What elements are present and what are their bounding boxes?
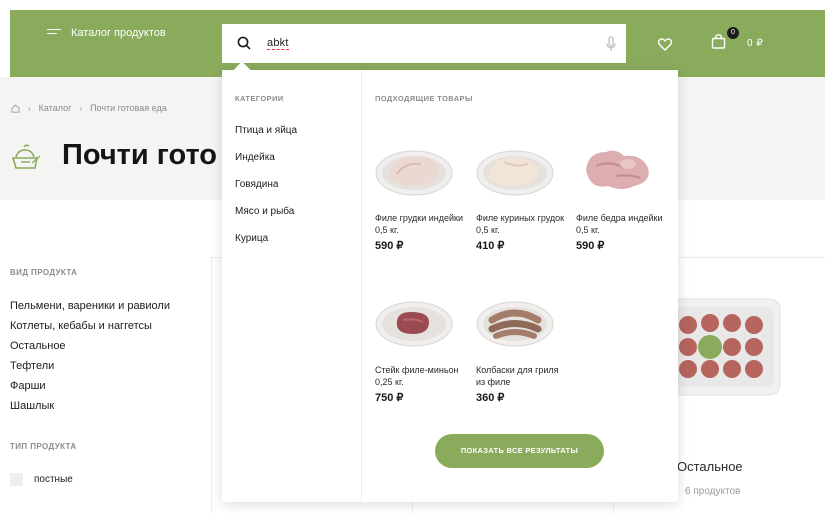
category-item[interactable]: Курица bbox=[235, 233, 297, 260]
menu-icon bbox=[47, 28, 61, 38]
turkey-fillet-image bbox=[375, 150, 453, 196]
breadcrumb-item-catalog[interactable]: Каталог bbox=[39, 103, 72, 113]
cart-count-badge: 0 bbox=[727, 27, 739, 39]
filter-item[interactable]: Остальное bbox=[10, 339, 170, 359]
cart-button[interactable]: 0 bbox=[711, 27, 739, 54]
search-input[interactable]: abkt bbox=[222, 24, 626, 63]
filter-item[interactable]: Фарши bbox=[10, 379, 170, 399]
catalog-button[interactable]: Каталог продуктов bbox=[47, 27, 166, 39]
breadcrumb: › Каталог › Почти готовая еда bbox=[11, 103, 167, 113]
product-name[interactable]: Филе бедра индейки 0,5 кг. bbox=[576, 212, 666, 236]
product-suggestion[interactable]: Стейк филе-миньон 0,25 кг. 750 ₽ bbox=[375, 298, 465, 404]
product-price: 410 ₽ bbox=[476, 240, 505, 252]
filter-checkbox-row[interactable]: постные bbox=[10, 473, 73, 486]
breadcrumb-separator: › bbox=[28, 103, 31, 113]
card-title[interactable]: Остальное bbox=[677, 459, 743, 474]
filter-checkbox-label[interactable]: постные bbox=[34, 474, 73, 485]
matching-products-heading: ПОДХОДЯЩИЕ ТОВАРЫ bbox=[375, 94, 473, 103]
show-all-results-button[interactable]: ПОКАЗАТЬ ВСЕ РЕЗУЛЬТАТЫ bbox=[435, 434, 604, 468]
filter-checkbox[interactable] bbox=[10, 473, 23, 486]
breadcrumb-item-current[interactable]: Почти готовая еда bbox=[90, 103, 167, 113]
chicken-breast-image bbox=[476, 150, 554, 196]
category-list: Птица и яйца Индейка Говядина Мясо и рыб… bbox=[235, 125, 297, 260]
cart-total[interactable]: 0 ₽ bbox=[747, 38, 763, 49]
product-name[interactable]: Филе грудки индейки 0,5 кг. bbox=[375, 212, 465, 236]
category-item[interactable]: Птица и яйца bbox=[235, 125, 297, 152]
category-item[interactable]: Индейка bbox=[235, 152, 297, 179]
catalog-button-label: Каталог продуктов bbox=[71, 27, 166, 39]
card-product-count: 6 продуктов bbox=[685, 486, 741, 497]
product-price: 750 ₽ bbox=[375, 392, 404, 404]
breadcrumb-separator: › bbox=[79, 103, 83, 113]
grid-divider bbox=[211, 257, 212, 513]
dropdown-divider bbox=[361, 70, 362, 502]
page-title: Почти гото bbox=[62, 139, 217, 171]
product-price: 360 ₽ bbox=[476, 392, 505, 404]
product-name[interactable]: Филе куриных грудок 0,5 кг. bbox=[476, 212, 566, 236]
filter-heading-product-type: ТИП ПРОДУКТА bbox=[10, 442, 77, 451]
turkey-thigh-image bbox=[586, 150, 649, 189]
filter-item[interactable]: Котлеты, кебабы и наггетсы bbox=[10, 319, 170, 339]
search-query[interactable]: abkt bbox=[267, 37, 289, 50]
filter-item[interactable]: Тефтели bbox=[10, 359, 170, 379]
filet-mignon-image bbox=[375, 301, 453, 347]
product-suggestion[interactable]: Колбаски для гриля из филе 360 ₽ bbox=[476, 298, 566, 404]
search-suggestions-dropdown: КАТЕГОРИИ Птица и яйца Индейка Говядина … bbox=[222, 70, 678, 502]
shopping-bag-icon bbox=[711, 34, 726, 49]
heart-icon[interactable] bbox=[658, 38, 672, 51]
microphone-icon[interactable] bbox=[606, 36, 616, 52]
product-suggestion[interactable]: Филе бедра индейки 0,5 кг. 590 ₽ bbox=[576, 146, 666, 252]
product-suggestion[interactable]: Филе куриных грудок 0,5 кг. 410 ₽ bbox=[476, 146, 566, 252]
filter-item[interactable]: Шашлык bbox=[10, 399, 170, 419]
product-name[interactable]: Колбаски для гриля из филе bbox=[476, 364, 566, 388]
search-icon[interactable] bbox=[237, 36, 251, 50]
product-name[interactable]: Стейк филе-миньон 0,25 кг. bbox=[375, 364, 465, 388]
grill-sausages-image bbox=[476, 301, 554, 347]
category-item[interactable]: Говядина bbox=[235, 179, 297, 206]
category-item[interactable]: Мясо и рыба bbox=[235, 206, 297, 233]
home-icon[interactable] bbox=[11, 103, 20, 113]
categories-heading: КАТЕГОРИИ bbox=[235, 94, 284, 103]
filter-heading-product-kind: ВИД ПРОДУКТА bbox=[10, 268, 78, 277]
meatballs-tray-image[interactable] bbox=[666, 297, 782, 397]
product-kind-list: Пельмени, вареники и равиоли Котлеты, ке… bbox=[10, 299, 170, 419]
filter-item[interactable]: Пельмени, вареники и равиоли bbox=[10, 299, 170, 319]
product-price: 590 ₽ bbox=[375, 240, 404, 252]
ready-food-icon bbox=[11, 144, 41, 169]
product-price: 590 ₽ bbox=[576, 240, 605, 252]
product-suggestion[interactable]: Филе грудки индейки 0,5 кг. 590 ₽ bbox=[375, 146, 465, 252]
